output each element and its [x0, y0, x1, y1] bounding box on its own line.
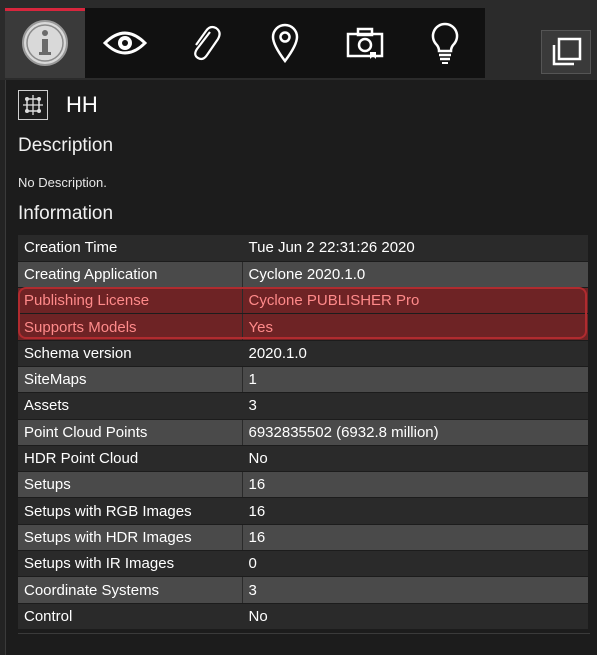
lightbulb-icon — [431, 22, 459, 64]
properties-panel: HH Description No Description. Informati… — [5, 80, 597, 655]
title-row: HH — [18, 90, 98, 120]
tab-info[interactable] — [5, 8, 85, 78]
information-heading: Information — [18, 203, 114, 224]
tab-location[interactable] — [245, 8, 325, 78]
paperclip-icon — [194, 25, 221, 61]
location-pin-icon — [271, 23, 299, 63]
table-row: Creation Time Tue Jun 2 22:31:26 2020 — [18, 235, 588, 262]
property-key: Point Cloud Points — [18, 419, 242, 446]
table-row: Assets 3 — [18, 392, 588, 420]
property-key: Coordinate Systems — [18, 576, 242, 604]
table-row-highlighted: Supports Models Yes — [18, 313, 588, 341]
property-key: Setups with HDR Images — [18, 524, 242, 552]
divider — [18, 633, 590, 634]
description-heading: Description — [18, 135, 114, 156]
float-window-button[interactable] — [541, 30, 591, 74]
property-value: Cyclone PUBLISHER Pro — [241, 287, 588, 315]
property-value: 1 — [241, 366, 588, 394]
property-value: 16 — [241, 471, 588, 499]
property-key: Assets — [18, 392, 242, 420]
property-key: Setups with RGB Images — [18, 497, 242, 525]
description-text: No Description. — [18, 175, 107, 190]
table-row-highlighted: Publishing License Cyclone PUBLISHER Pro — [18, 287, 588, 315]
property-key: Setups — [18, 471, 242, 499]
property-value: 0 — [241, 550, 588, 578]
table-row: HDR Point Cloud No — [18, 445, 588, 473]
table-row: Setups 16 — [18, 471, 588, 499]
property-value: No — [241, 603, 588, 630]
info-icon — [22, 20, 68, 66]
property-key: Creation Time — [18, 235, 242, 262]
point-cloud-node-icon — [18, 90, 48, 120]
property-value: Tue Jun 2 22:31:26 2020 — [241, 235, 588, 262]
property-value: 2020.1.0 — [241, 340, 588, 367]
camera-icon — [346, 27, 384, 59]
property-value: Yes — [241, 313, 588, 341]
table-row: Creating Application Cyclone 2020.1.0 — [18, 261, 588, 289]
property-key: Setups with IR Images — [18, 550, 242, 578]
table-row: Setups with IR Images 0 — [18, 550, 588, 578]
property-key: Supports Models — [18, 313, 242, 341]
tab-attachments[interactable] — [165, 8, 245, 78]
eye-icon — [103, 31, 147, 55]
properties-window: HH Description No Description. Informati… — [0, 0, 597, 655]
property-value: 16 — [241, 497, 588, 525]
window-restore-icon — [552, 37, 582, 66]
table-row: Control No — [18, 603, 588, 630]
table-row: SiteMaps 1 — [18, 366, 588, 394]
property-value: 16 — [241, 524, 588, 552]
property-value: Cyclone 2020.1.0 — [241, 261, 588, 289]
table-row: Schema version 2020.1.0 — [18, 340, 588, 367]
table-row: Point Cloud Points 6932835502 (6932.8 mil… — [18, 419, 588, 446]
property-key: Control — [18, 603, 242, 630]
information-table: Creation Time Tue Jun 2 22:31:26 2020 Cre… — [18, 235, 588, 630]
object-title: HH — [66, 92, 98, 117]
property-key: Publishing License — [18, 287, 242, 315]
table-row: Setups with RGB Images 16 — [18, 497, 588, 525]
property-value: 6932835502 (6932.8 million) — [241, 419, 588, 446]
table-row: Setups with HDR Images 16 — [18, 524, 588, 552]
property-key: HDR Point Cloud — [18, 445, 242, 473]
tab-tips[interactable] — [405, 8, 485, 78]
property-value: 3 — [241, 576, 588, 604]
tab-strip — [5, 8, 485, 78]
property-key: Creating Application — [18, 261, 242, 289]
property-value: 3 — [241, 392, 588, 420]
table-row: Coordinate Systems 3 — [18, 576, 588, 604]
tab-snapshot[interactable] — [325, 8, 405, 78]
property-key: Schema version — [18, 340, 242, 367]
property-value: No — [241, 445, 588, 473]
tab-view[interactable] — [85, 8, 165, 78]
tab-bar — [0, 0, 597, 80]
property-key: SiteMaps — [18, 366, 242, 394]
